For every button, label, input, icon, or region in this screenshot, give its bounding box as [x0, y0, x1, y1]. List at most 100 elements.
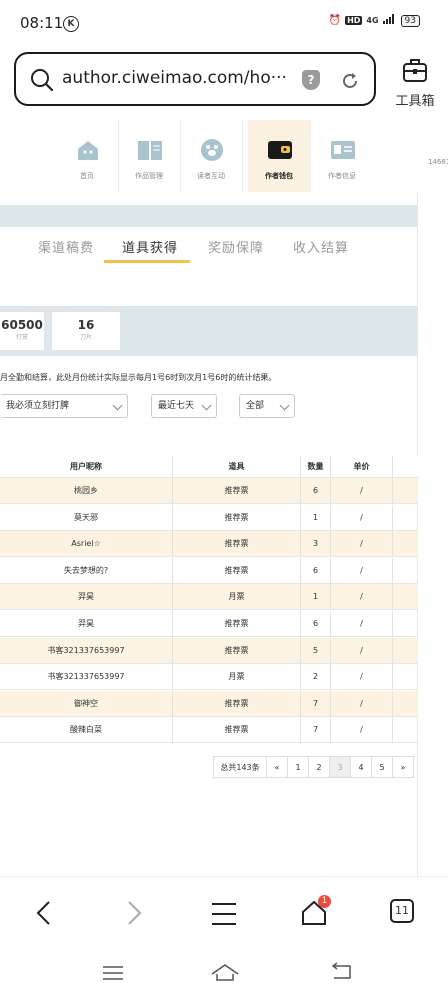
pagination-first[interactable]: « — [266, 756, 288, 778]
nav-wallet[interactable]: 作者钱包 — [248, 120, 311, 192]
extra-cell — [392, 611, 418, 636]
nav-readers[interactable]: 读者互动 — [180, 120, 243, 192]
chevron-down-icon — [279, 400, 290, 411]
table-header: 用户昵称 道具 数量 单价 — [0, 456, 418, 478]
toolbox-button[interactable]: 工具箱 — [390, 56, 440, 109]
status-icons: ⏰ HD 4G 93 — [329, 14, 420, 27]
prop-header: 道具 — [172, 456, 300, 477]
username-header: 用户昵称 — [70, 462, 102, 471]
prop-cell: 推荐票 — [172, 717, 300, 743]
pagination-page[interactable]: 2 — [308, 756, 330, 778]
count-cell: 6 — [300, 611, 330, 636]
pagination-page[interactable]: 5 — [371, 756, 393, 778]
nav-works-label: 作品管理 — [135, 172, 163, 180]
pagination-page[interactable]: 4 — [350, 756, 372, 778]
tab-channel-fee[interactable]: 渠道稿费 — [38, 237, 94, 256]
pagination-page[interactable]: 1 — [287, 756, 309, 778]
username-cell: 桃园乡 — [74, 486, 98, 495]
active-tab-underline — [104, 260, 190, 263]
username-cell: 失去梦想的? — [63, 565, 109, 575]
table-row: 桃园乡 推荐票 6/ — [0, 478, 418, 504]
prop-cell: 推荐票 — [172, 690, 300, 716]
system-nav-bar — [0, 948, 448, 999]
price-cell: / — [330, 584, 392, 610]
back-icon[interactable] — [34, 899, 54, 931]
nav-wallet-label: 作者钱包 — [265, 172, 293, 180]
house-icon — [75, 138, 101, 162]
extra-cell — [392, 478, 418, 503]
username-cell: Asriel☆ — [71, 539, 101, 549]
price-header: 单价 — [330, 456, 392, 477]
author-nav: 首页 作品管理 读者互动 作者钱包 作者信息 — [56, 120, 368, 192]
tab-props[interactable]: 道具获得 — [122, 237, 178, 256]
price-cell: / — [330, 478, 392, 503]
count-header: 数量 — [300, 456, 330, 477]
stats-note: 月全勤和结算，此处月份统计实际显示每月1号6时到次月1号6时的统计结果。 — [0, 373, 277, 382]
shield-icon[interactable]: ? — [302, 70, 320, 90]
chevron-down-icon — [201, 400, 212, 411]
wallet-subtabs: 渠道稿费 道具获得 奖励保障 收入结算 — [0, 227, 418, 271]
tabs-count-button[interactable]: 11 — [390, 899, 414, 923]
address-bar[interactable]: author.ciweimao.com/ho··· ? — [14, 52, 376, 106]
prop-cell: 推荐票 — [172, 504, 300, 530]
pagination-last[interactable]: » — [392, 756, 414, 778]
nav-home-label: 首页 — [80, 172, 94, 180]
status-bar: 08:11 K ⏰ HD 4G 93 — [0, 0, 448, 48]
forward-icon[interactable] — [124, 899, 144, 931]
table-row: 羿昊 推荐票 6/ — [0, 611, 418, 637]
extra-cell — [392, 557, 418, 583]
count-cell: 7 — [300, 690, 330, 716]
url-text[interactable]: author.ciweimao.com/ho··· — [62, 68, 287, 88]
nav-works[interactable]: 作品管理 — [118, 120, 181, 192]
username-cell: 羿昊 — [78, 592, 94, 602]
prop-cell: 月票 — [172, 584, 300, 610]
k-badge-icon: K — [63, 16, 79, 32]
price-cell: / — [330, 664, 392, 690]
clock: 08:11 — [20, 14, 64, 32]
book-select[interactable]: 我必须立刻打脾 — [0, 394, 128, 418]
pagination-page-current[interactable]: 3 — [329, 756, 351, 778]
username-cell: 书客321337653997 — [47, 672, 125, 682]
signal-bars-icon — [382, 14, 397, 27]
stat-blade: 16 刀片 — [52, 312, 120, 350]
recents-icon[interactable] — [102, 964, 124, 986]
extra-cell — [392, 637, 418, 663]
stat-reward-value: 60500 — [1, 318, 43, 332]
prop-cell: 推荐票 — [172, 611, 300, 636]
tab-settlement[interactable]: 收入结算 — [293, 237, 349, 256]
stats-bar: 60500 打赏 16 刀片 — [0, 306, 418, 356]
username-cell: 莫天邪 — [74, 512, 98, 522]
price-cell: / — [330, 531, 392, 557]
system-back-icon[interactable] — [330, 962, 354, 986]
nav-readers-label: 读者互动 — [197, 172, 225, 180]
extra-cell — [392, 690, 418, 716]
toolbox-label: 工具箱 — [395, 94, 435, 109]
reload-icon[interactable] — [340, 71, 360, 95]
prop-cell: 推荐票 — [172, 531, 300, 557]
extra-cell — [392, 584, 418, 610]
search-icon — [30, 68, 54, 96]
id-card-icon — [330, 138, 356, 162]
stat-reward: 60500 打赏 — [0, 312, 44, 350]
nav-profile-label: 作者信息 — [328, 172, 356, 180]
username-cell: 羿昊 — [78, 619, 94, 628]
system-home-icon[interactable] — [210, 962, 240, 986]
tab-reward[interactable]: 奖励保障 — [208, 237, 264, 256]
nav-home[interactable]: 首页 — [56, 120, 119, 192]
stat-reward-caption: 打赏 — [15, 334, 28, 341]
menu-icon[interactable] — [210, 901, 238, 931]
home-icon[interactable]: 1 — [300, 895, 331, 931]
type-select[interactable]: 全部 — [239, 394, 295, 418]
stat-blade-caption: 刀片 — [79, 334, 92, 341]
hd-icon: HD — [345, 16, 363, 25]
prop-cell: 推荐票 — [172, 478, 300, 503]
home-badge: 1 — [318, 895, 331, 908]
table-row: 书客321337653997 推荐票 5/ — [0, 637, 418, 664]
nav-profile[interactable]: 作者信息 — [311, 120, 373, 192]
panel-header-bar — [0, 205, 418, 227]
extra-cell — [392, 531, 418, 557]
table-row: 莫天邪 推荐票 1/ — [0, 504, 418, 531]
table-row: 失去梦想的? 推荐票 6/ — [0, 557, 418, 584]
username-cell: 酸辣白菜 — [70, 725, 102, 735]
period-select[interactable]: 最近七天 — [151, 394, 217, 418]
